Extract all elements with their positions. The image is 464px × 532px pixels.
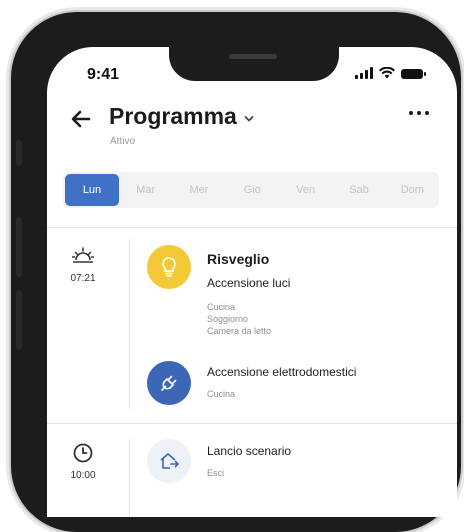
page-subtitle: Attivo [110, 136, 136, 147]
action-detail: Camera da letto [207, 326, 272, 336]
timeline-separator [129, 239, 130, 409]
header: Programma Attivo [47, 103, 457, 155]
speaker-grille [229, 54, 277, 59]
status-icons [355, 67, 426, 79]
wifi-icon [379, 67, 395, 79]
time-label: 07:21 [70, 273, 96, 284]
status-time: 9:41 [87, 66, 120, 83]
time-slot: 07:21 [65, 245, 101, 284]
day-tab-gio[interactable]: Gio [226, 174, 279, 206]
time-label: 10:00 [70, 470, 96, 481]
more-options-icon[interactable] [409, 111, 429, 115]
signal-icon [355, 67, 373, 79]
volume-down-button [16, 290, 22, 350]
sunrise-icon [72, 247, 94, 263]
day-tab-lun[interactable]: Lun [65, 174, 119, 206]
program-selector[interactable]: Programma [109, 103, 255, 130]
notch [169, 47, 339, 81]
action-icon-scenario[interactable] [147, 439, 191, 483]
day-tab-mer[interactable]: Mer [172, 174, 225, 206]
day-selector: Lun Mar Mer Gio Ven Sab Dom [63, 172, 439, 208]
page-title: Programma [109, 103, 237, 129]
phone-frame: 9:41 Programma Attivo Lun Mar Mer Gio Ve… [11, 12, 461, 532]
action-detail: Esci [207, 468, 225, 478]
plug-icon [161, 375, 177, 391]
action-title: Lancio scenario [207, 444, 292, 458]
day-tab-mar[interactable]: Mar [119, 174, 172, 206]
mute-switch [16, 140, 22, 166]
home-exit-icon [160, 453, 180, 469]
phone-screen: 9:41 Programma Attivo Lun Mar Mer Gio Ve… [47, 47, 457, 517]
action-detail: Cucina [207, 302, 236, 312]
event-title: Risveglio [207, 251, 270, 267]
lightbulb-icon [162, 257, 176, 277]
time-slot: 10:00 [65, 442, 101, 481]
clock-icon [73, 443, 93, 463]
action-detail: Soggiorno [207, 314, 249, 324]
action-icon-bulb[interactable] [147, 245, 191, 289]
action-detail: Cucina [207, 389, 236, 399]
divider [47, 423, 457, 424]
action-title: Accensione luci [207, 276, 291, 290]
back-arrow-icon[interactable] [69, 107, 93, 131]
day-tab-sab[interactable]: Sab [332, 174, 385, 206]
action-title: Accensione elettrodomestici [207, 365, 357, 379]
day-tab-dom[interactable]: Dom [386, 174, 439, 206]
day-tab-ven[interactable]: Ven [279, 174, 332, 206]
chevron-down-icon [244, 115, 254, 122]
timeline-separator [129, 439, 130, 517]
volume-up-button [16, 217, 22, 277]
battery-icon [401, 69, 426, 79]
divider [47, 227, 457, 228]
action-icon-plug[interactable] [147, 361, 191, 405]
